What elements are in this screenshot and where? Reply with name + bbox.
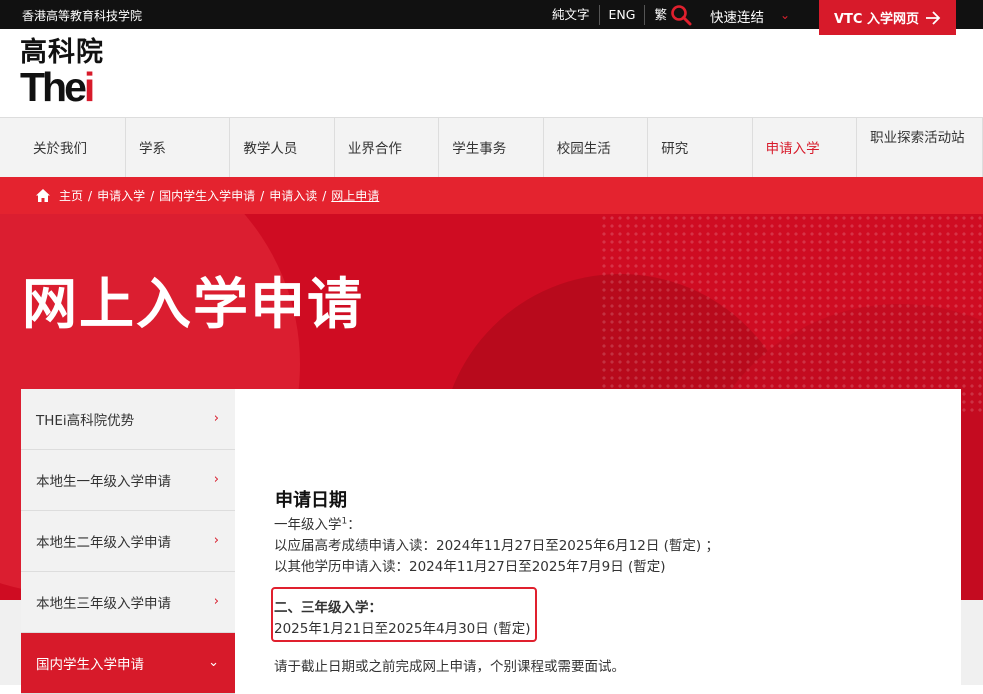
vtc-admission-label: VTC 入学网页: [834, 12, 919, 27]
nav-student-affairs[interactable]: 学生事务: [439, 118, 544, 177]
chevron-right-icon: ›: [213, 411, 219, 426]
page-title: 网上入学申请: [22, 272, 365, 336]
sidebar-item-label: 本地生二年级入学申请: [36, 535, 171, 551]
nav-faculty[interactable]: 教学人员: [230, 118, 335, 177]
sidebar-item-label: 本地生三年级入学申请: [36, 596, 171, 612]
nav-about[interactable]: 关於我们: [0, 118, 126, 177]
highlight-box: [271, 587, 537, 642]
chevron-right-icon: ›: [213, 594, 219, 609]
sidebar: THEi高科院优势 › 本地生一年级入学申请 › 本地生二年级入学申请 › 本地…: [21, 389, 235, 694]
sidebar-item-local-year3[interactable]: 本地生三年级入学申请 ›: [21, 572, 235, 633]
search-icon[interactable]: [670, 4, 692, 26]
application-note: 请于截止日期或之前完成网上申请，个别课程或需要面试。: [274, 659, 625, 675]
breadcrumb-admission[interactable]: 申请入学: [97, 187, 145, 204]
vtc-admission-button[interactable]: VTC 入学网页: [819, 0, 956, 35]
breadcrumb-mainland-admission[interactable]: 国内学生入学申请: [159, 187, 255, 204]
language-links: 純文字 ENG 繁: [543, 0, 671, 29]
section-heading: 申请日期: [275, 490, 347, 511]
sidebar-item-label: THEi高科院优势: [36, 413, 135, 429]
chevron-right-icon: ›: [213, 533, 219, 548]
breadcrumb-separator: /: [150, 188, 155, 203]
plain-text-link[interactable]: 純文字: [543, 4, 600, 25]
breadcrumb: 主页 / 申请入学 / 国内学生入学申请 / 申请入读 / 网上申请: [0, 177, 983, 214]
year1-label: 一年级入学1：: [274, 516, 361, 534]
home-icon[interactable]: [36, 189, 50, 202]
quick-links-menu[interactable]: 快速连结: [710, 6, 764, 26]
sidebar-item-local-year1[interactable]: 本地生一年级入学申请 ›: [21, 450, 235, 511]
chevron-down-icon[interactable]: ⌄: [780, 8, 790, 22]
logo-english: Thei: [20, 64, 95, 110]
breadcrumb-separator: /: [260, 188, 265, 203]
breadcrumb-apply[interactable]: 申请入读: [269, 187, 317, 204]
breadcrumb-home[interactable]: 主页: [59, 187, 83, 204]
traditional-chinese-link[interactable]: 繁: [645, 5, 671, 25]
nav-campus-life[interactable]: 校园生活: [544, 118, 649, 177]
main-navigation: 关於我们 学系 教学人员 业界合作 学生事务 校园生活 研究 申请入学 职业探索…: [0, 117, 983, 177]
breadcrumb-current[interactable]: 网上申请: [331, 187, 379, 204]
sidebar-item-label: 本地生一年级入学申请: [36, 474, 171, 490]
sidebar-item-local-year2[interactable]: 本地生二年级入学申请 ›: [21, 511, 235, 572]
nav-industry[interactable]: 业界合作: [335, 118, 440, 177]
breadcrumb-separator: /: [322, 188, 327, 203]
chevron-right-icon: ›: [213, 472, 219, 487]
chevron-down-icon: ⌄: [208, 655, 219, 670]
institution-name: 香港高等教育科技学院: [22, 9, 143, 23]
nav-admission[interactable]: 申请入学: [753, 118, 858, 177]
sidebar-item-label: 国内学生入学申请: [36, 657, 144, 673]
breadcrumb-separator: /: [88, 188, 93, 203]
english-link[interactable]: ENG: [600, 4, 646, 25]
year1-dates-gaokao: 以应届高考成绩申请入读：2024年11月27日至2025年6月12日 (暫定) …: [274, 538, 719, 554]
arrow-right-icon: [926, 10, 941, 25]
hero-dot-pattern: [600, 214, 983, 414]
thei-logo[interactable]: 高科院 Thei: [20, 38, 104, 110]
nav-career-station[interactable]: 职业探索活动站: [857, 118, 983, 177]
year1-dates-other: 以其他学历申请入读：2024年11月27日至2025年7月9日 (暫定): [274, 559, 666, 575]
nav-departments[interactable]: 学系: [126, 118, 231, 177]
sidebar-item-thei-advantages[interactable]: THEi高科院优势 ›: [21, 389, 235, 450]
nav-research[interactable]: 研究: [648, 118, 753, 177]
